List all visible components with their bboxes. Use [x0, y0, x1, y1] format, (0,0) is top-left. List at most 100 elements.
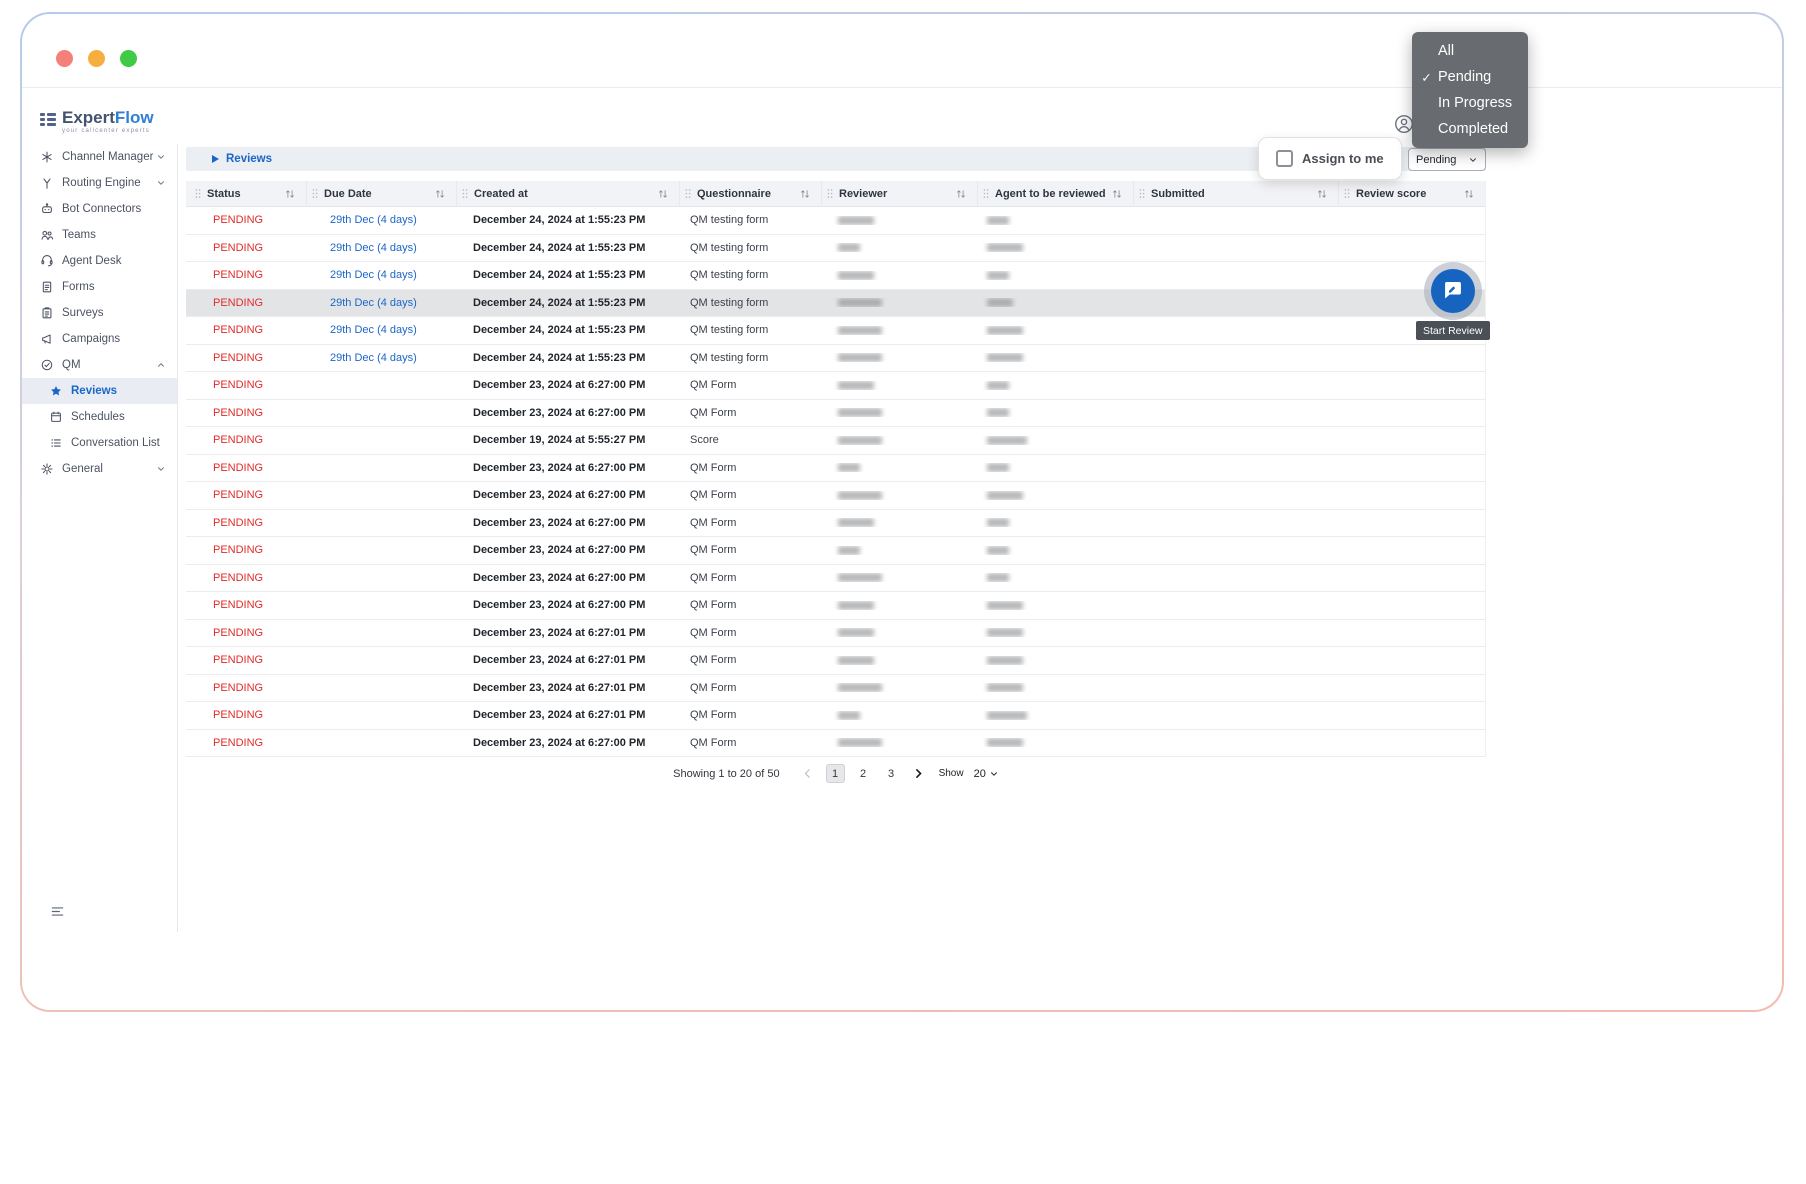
- cell-due-date: 29th Dec (4 days): [306, 297, 456, 309]
- table-row-5[interactable]: PENDING 29th Dec (4 days) December 24, 202…: [186, 317, 1485, 345]
- assign-to-me-checkbox[interactable]: [1276, 150, 1293, 167]
- traffic-light-minimize[interactable]: [88, 50, 105, 67]
- reviewer-redacted: [838, 628, 874, 638]
- column-header-agent-to-be-reviewed[interactable]: Agent to be reviewed: [977, 181, 1133, 206]
- cell-due-date: 29th Dec (4 days): [306, 324, 456, 336]
- table-row-15[interactable]: PENDING December 23, 2024 at 6:27:00 PM QM…: [186, 592, 1485, 620]
- cell-agent-to-be-reviewed: [977, 628, 1133, 638]
- table-row-10[interactable]: PENDING December 23, 2024 at 6:27:00 PM QM…: [186, 454, 1485, 482]
- due-date-link[interactable]: 29th Dec (4 days): [330, 352, 417, 364]
- filter-option-label: In Progress: [1438, 95, 1513, 111]
- page-button-2[interactable]: 2: [854, 764, 873, 783]
- pagination-next-icon[interactable]: [911, 766, 927, 782]
- cell-status: PENDING: [186, 572, 306, 584]
- breadcrumb-arrow-icon: [212, 155, 219, 163]
- app-window: ExpertFlow your callcenter experts Chann…: [22, 14, 1782, 1010]
- traffic-light-close[interactable]: [56, 50, 73, 67]
- sidebar-item-campaigns[interactable]: Campaigns: [22, 326, 177, 352]
- page-size-select[interactable]: 20: [974, 768, 999, 780]
- page-button-3[interactable]: 3: [882, 764, 901, 783]
- sidebar-item-general[interactable]: General: [22, 456, 177, 482]
- table-row-19[interactable]: PENDING December 23, 2024 at 6:27:01 PM QM…: [186, 702, 1485, 730]
- due-date-link[interactable]: 29th Dec (4 days): [330, 214, 417, 226]
- chevron-up-icon: [156, 360, 166, 370]
- drag-handle-icon: [1343, 187, 1351, 200]
- table-row-17[interactable]: PENDING December 23, 2024 at 6:27:01 PM QM…: [186, 647, 1485, 675]
- sidebar-item-schedules[interactable]: Schedules: [22, 404, 177, 430]
- cell-questionnaire: QM Form: [690, 379, 737, 392]
- filter-option-in-progress[interactable]: In Progress: [1412, 90, 1528, 116]
- column-header-review-score[interactable]: Review score: [1338, 181, 1485, 206]
- page-button-1[interactable]: 1: [825, 764, 845, 783]
- column-header-reviewer[interactable]: Reviewer: [821, 181, 977, 206]
- table-row-1[interactable]: PENDING 29th Dec (4 days) December 24, 202…: [186, 207, 1485, 235]
- sidebar-item-teams[interactable]: Teams: [22, 222, 177, 248]
- table-row-12[interactable]: PENDING December 23, 2024 at 6:27:00 PM QM…: [186, 509, 1485, 537]
- table-row-6[interactable]: PENDING 29th Dec (4 days) December 24, 202…: [186, 344, 1485, 372]
- drag-handle-icon: [311, 187, 319, 200]
- cell-reviewer: [821, 215, 977, 225]
- table-row-7[interactable]: PENDING December 23, 2024 at 6:27:00 PM QM…: [186, 372, 1485, 400]
- start-review-tooltip: Start Review: [1416, 321, 1490, 340]
- sidebar-collapse-icon[interactable]: [50, 904, 66, 920]
- column-header-submitted[interactable]: Submitted: [1133, 181, 1338, 206]
- traffic-light-zoom[interactable]: [120, 50, 137, 67]
- sidebar-item-channel-manager[interactable]: Channel Manager: [22, 144, 177, 170]
- pagination: Showing 1 to 20 of 50 123 Show 20: [186, 764, 1486, 783]
- sidebar-item-bot-connectors[interactable]: Bot Connectors: [22, 196, 177, 222]
- table-row-16[interactable]: PENDING December 23, 2024 at 6:27:01 PM QM…: [186, 619, 1485, 647]
- sidebar-item-routing-engine[interactable]: Routing Engine: [22, 170, 177, 196]
- column-header-questionnaire[interactable]: Questionnaire: [679, 181, 821, 206]
- status-badge: PENDING: [213, 489, 264, 502]
- filter-option-label: All: [1438, 43, 1455, 59]
- breadcrumb-label[interactable]: Reviews: [226, 153, 272, 165]
- cell-created-at: December 19, 2024 at 5:55:27 PM: [473, 434, 646, 447]
- sidebar-item-conversation-list[interactable]: Conversation List: [22, 430, 177, 456]
- table-row-20[interactable]: PENDING December 23, 2024 at 6:27:00 PM QM…: [186, 729, 1485, 757]
- agent-redacted: [987, 243, 1023, 253]
- filter-option-completed[interactable]: Completed: [1412, 116, 1528, 142]
- table-row-3[interactable]: PENDING 29th Dec (4 days) December 24, 202…: [186, 262, 1485, 290]
- cell-questionnaire: QM testing form: [690, 351, 769, 364]
- sidebar-item-agent-desk[interactable]: Agent Desk: [22, 248, 177, 274]
- status-badge: PENDING: [213, 599, 264, 612]
- column-header-status[interactable]: Status: [186, 181, 306, 206]
- table-row-8[interactable]: PENDING December 23, 2024 at 6:27:00 PM QM…: [186, 399, 1485, 427]
- filter-option-pending[interactable]: ✓ Pending: [1412, 64, 1528, 90]
- sidebar-item-reviews[interactable]: Reviews: [22, 378, 177, 404]
- agent-redacted: [987, 655, 1023, 665]
- sidebar-item-qm[interactable]: QM: [22, 352, 177, 378]
- column-header-due-date[interactable]: Due Date: [306, 181, 456, 206]
- routing-engine-icon: [40, 176, 54, 190]
- cell-due-date: 29th Dec (4 days): [306, 269, 456, 281]
- agent-redacted: [987, 463, 1009, 473]
- cell-status: PENDING: [186, 654, 306, 666]
- table-row-13[interactable]: PENDING December 23, 2024 at 6:27:00 PM QM…: [186, 537, 1485, 565]
- cell-created-at: December 23, 2024 at 6:27:01 PM: [473, 654, 646, 667]
- agent-redacted: [987, 215, 1009, 225]
- pagination-prev-icon[interactable]: [800, 766, 816, 782]
- due-date-link[interactable]: 29th Dec (4 days): [330, 269, 417, 281]
- due-date-link[interactable]: 29th Dec (4 days): [330, 297, 417, 309]
- table-row-2[interactable]: PENDING 29th Dec (4 days) December 24, 202…: [186, 234, 1485, 262]
- sidebar-item-forms[interactable]: Forms: [22, 274, 177, 300]
- user-icon[interactable]: [1394, 114, 1414, 134]
- agent-redacted: [987, 738, 1023, 748]
- sidebar-item-surveys[interactable]: Surveys: [22, 300, 177, 326]
- table-row-9[interactable]: PENDING December 19, 2024 at 5:55:27 PM Sc…: [186, 427, 1485, 455]
- due-date-link[interactable]: 29th Dec (4 days): [330, 324, 417, 336]
- table-row-18[interactable]: PENDING December 23, 2024 at 6:27:01 PM QM…: [186, 674, 1485, 702]
- table-row-14[interactable]: PENDING December 23, 2024 at 6:27:00 PM QM…: [186, 564, 1485, 592]
- table-row-4[interactable]: PENDING 29th Dec (4 days) December 24, 202…: [186, 289, 1485, 317]
- agent-desk-icon: [40, 254, 54, 268]
- page-size-label: Show: [938, 768, 964, 779]
- due-date-link[interactable]: 29th Dec (4 days): [330, 242, 417, 254]
- status-filter-select[interactable]: Pending: [1408, 148, 1486, 171]
- drag-handle-icon: [826, 187, 834, 200]
- cell-agent-to-be-reviewed: [977, 518, 1133, 528]
- start-review-button[interactable]: [1431, 269, 1475, 313]
- table-row-11[interactable]: PENDING December 23, 2024 at 6:27:00 PM QM…: [186, 482, 1485, 510]
- column-header-created-at[interactable]: Created at: [456, 181, 679, 206]
- filter-option-all[interactable]: All: [1412, 38, 1528, 64]
- reviewer-redacted: [838, 435, 882, 445]
